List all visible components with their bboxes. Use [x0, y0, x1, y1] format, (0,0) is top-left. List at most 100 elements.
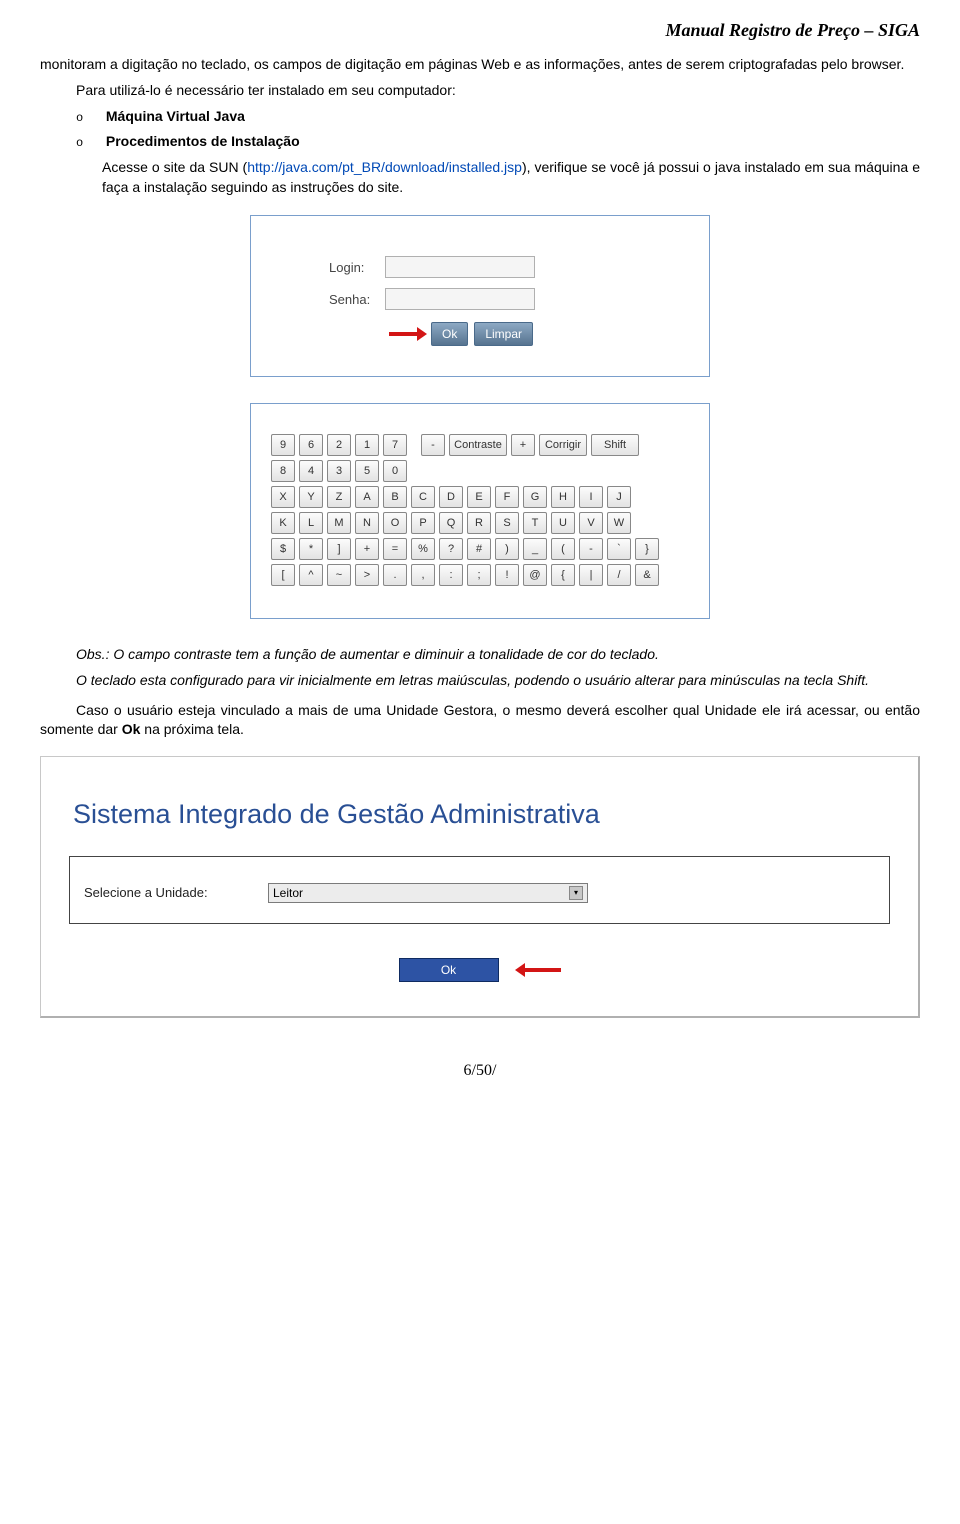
key[interactable]: $ — [271, 538, 295, 560]
java-download-link[interactable]: http://java.com/pt_BR/download/installed… — [247, 159, 522, 175]
key[interactable]: R — [467, 512, 491, 534]
key[interactable]: B — [383, 486, 407, 508]
limpar-button[interactable]: Limpar — [474, 322, 533, 346]
login-buttons: Ok Limpar — [271, 322, 689, 346]
para-sun-link: Acesse o site da SUN (http://java.com/pt… — [102, 158, 920, 197]
key[interactable]: ( — [551, 538, 575, 560]
bullet-jvm-label: Máquina Virtual Java — [106, 108, 245, 124]
key[interactable]: C — [411, 486, 435, 508]
bullet-mark: o — [76, 111, 102, 125]
key[interactable]: E — [467, 486, 491, 508]
key[interactable]: 3 — [327, 460, 351, 482]
unit-label: Selecione a Unidade: — [84, 885, 268, 900]
key[interactable]: V — [579, 512, 603, 534]
key[interactable]: : — [439, 564, 463, 586]
login-panel: Login: Senha: Ok Limpar — [250, 215, 710, 377]
unit-inner: Selecione a Unidade: Leitor ▾ — [69, 856, 890, 924]
senha-input[interactable] — [385, 288, 535, 310]
key[interactable]: 6 — [299, 434, 323, 456]
key[interactable]: M — [327, 512, 351, 534]
key[interactable]: S — [495, 512, 519, 534]
key[interactable]: ; — [467, 564, 491, 586]
spacer — [411, 434, 417, 456]
key[interactable]: 7 — [383, 434, 407, 456]
obs-shift: O teclado esta configurado para vir inic… — [40, 671, 920, 691]
key[interactable]: _ — [523, 538, 547, 560]
key[interactable]: ~ — [327, 564, 351, 586]
key[interactable]: P — [411, 512, 435, 534]
key[interactable]: D — [439, 486, 463, 508]
key[interactable]: [ — [271, 564, 295, 586]
key[interactable]: - — [579, 538, 603, 560]
text-before-link: Acesse o site da SUN ( — [102, 159, 247, 175]
login-input[interactable] — [385, 256, 535, 278]
key[interactable]: * — [299, 538, 323, 560]
key[interactable]: } — [635, 538, 659, 560]
key[interactable]: ? — [439, 538, 463, 560]
key[interactable]: G — [523, 486, 547, 508]
para-intro: monitoram a digitação no teclado, os cam… — [40, 55, 920, 75]
login-row: Login: — [271, 256, 689, 278]
key[interactable]: = — [383, 538, 407, 560]
key[interactable]: J — [607, 486, 631, 508]
kb-row-2: 8 4 3 5 0 — [271, 460, 689, 482]
shift-key[interactable]: Shift — [591, 434, 639, 456]
key[interactable]: I — [579, 486, 603, 508]
key[interactable]: | — [579, 564, 603, 586]
key[interactable]: 9 — [271, 434, 295, 456]
manual-title: Manual Registro de Preço – SIGA — [40, 20, 920, 41]
key[interactable]: 1 — [355, 434, 379, 456]
key[interactable]: Q — [439, 512, 463, 534]
key[interactable]: @ — [523, 564, 547, 586]
para-install-req: Para utilizá-lo é necessário ter instala… — [40, 81, 920, 101]
key[interactable]: / — [607, 564, 631, 586]
unit-select-value: Leitor — [273, 886, 303, 900]
bullet-proc-label: Procedimentos de Instalação — [106, 133, 300, 149]
key[interactable]: 2 — [327, 434, 351, 456]
key[interactable]: ` — [607, 538, 631, 560]
key[interactable]: % — [411, 538, 435, 560]
virtual-keyboard-panel: 9 6 2 1 7 - Contraste + Corrigir Shift 8… — [250, 403, 710, 619]
kb-row-1: 9 6 2 1 7 - Contraste + Corrigir Shift — [271, 434, 689, 456]
key[interactable]: ] — [327, 538, 351, 560]
obs-contrast: Obs.: O campo contraste tem a função de … — [40, 645, 920, 665]
key[interactable]: 0 — [383, 460, 407, 482]
contrast-plus-key[interactable]: + — [511, 434, 535, 456]
chevron-down-icon: ▾ — [569, 886, 583, 900]
key[interactable]: 4 — [299, 460, 323, 482]
key[interactable]: & — [635, 564, 659, 586]
key[interactable]: # — [467, 538, 491, 560]
key[interactable]: ) — [495, 538, 519, 560]
key[interactable]: Y — [299, 486, 323, 508]
key[interactable]: . — [383, 564, 407, 586]
page-number: 6/50/ — [40, 1062, 920, 1080]
key[interactable]: 8 — [271, 460, 295, 482]
bullet-proc: o Procedimentos de Instalação — [76, 133, 920, 150]
unit-select[interactable]: Leitor ▾ — [268, 883, 588, 903]
key[interactable]: { — [551, 564, 575, 586]
key[interactable]: O — [383, 512, 407, 534]
key[interactable]: A — [355, 486, 379, 508]
key[interactable]: T — [523, 512, 547, 534]
key[interactable]: Z — [327, 486, 351, 508]
key[interactable]: N — [355, 512, 379, 534]
key[interactable]: ^ — [299, 564, 323, 586]
key[interactable]: > — [355, 564, 379, 586]
contrast-minus-key[interactable]: - — [421, 434, 445, 456]
key[interactable]: 5 — [355, 460, 379, 482]
key[interactable]: X — [271, 486, 295, 508]
key[interactable]: L — [299, 512, 323, 534]
ok-button[interactable]: Ok — [431, 322, 468, 346]
key[interactable]: + — [355, 538, 379, 560]
key[interactable]: , — [411, 564, 435, 586]
ok-button[interactable]: Ok — [399, 958, 499, 982]
key[interactable]: W — [607, 512, 631, 534]
key[interactable]: H — [551, 486, 575, 508]
key[interactable]: U — [551, 512, 575, 534]
correct-key[interactable]: Corrigir — [539, 434, 587, 456]
key[interactable]: ! — [495, 564, 519, 586]
key[interactable]: F — [495, 486, 519, 508]
contrast-key[interactable]: Contraste — [449, 434, 507, 456]
kb-row-3: XYZABCDEFGHIJ — [271, 486, 689, 508]
key[interactable]: K — [271, 512, 295, 534]
